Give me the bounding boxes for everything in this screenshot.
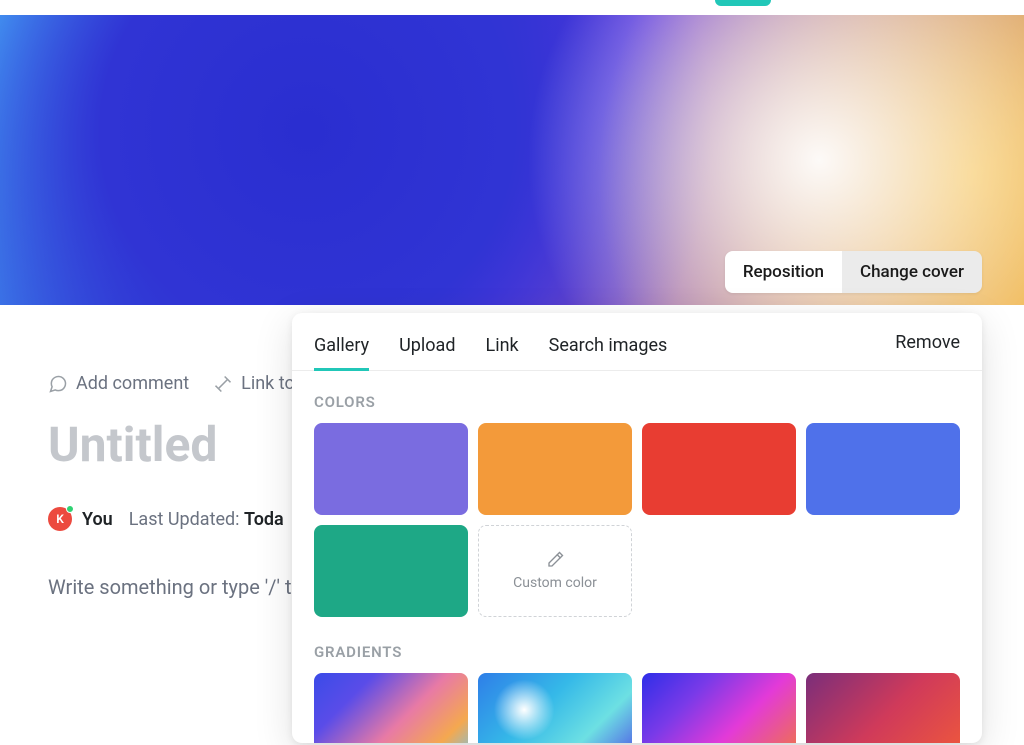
presence-dot — [66, 505, 74, 513]
last-updated-value: Toda — [244, 509, 284, 530]
popover-tabs: Gallery Upload Link Search images Remove — [292, 313, 982, 371]
avatar[interactable]: K — [48, 507, 72, 531]
color-swatch-teal[interactable] — [314, 525, 468, 617]
link-to-button[interactable]: Link to — [213, 373, 295, 394]
custom-color-label: Custom color — [513, 575, 597, 591]
gradients-grid — [314, 673, 960, 743]
link-icon — [213, 374, 233, 394]
color-swatch-red[interactable] — [642, 423, 796, 515]
gradient-swatch-3[interactable] — [642, 673, 796, 743]
gradient-swatch-2[interactable] — [478, 673, 632, 743]
top-bar — [0, 0, 1024, 15]
teal-accent — [715, 0, 771, 6]
tab-gallery[interactable]: Gallery — [314, 329, 369, 370]
color-swatch-orange[interactable] — [478, 423, 632, 515]
tab-upload[interactable]: Upload — [399, 329, 455, 370]
tab-link[interactable]: Link — [486, 329, 519, 370]
popover-body: COLORS Custom color GRADIENTS — [292, 371, 982, 743]
cover-actions: Reposition Change cover — [725, 251, 982, 293]
color-swatch-purple[interactable] — [314, 423, 468, 515]
cover-picker-popover: Gallery Upload Link Search images Remove… — [292, 313, 982, 743]
gradient-swatch-1[interactable] — [314, 673, 468, 743]
avatar-initial: K — [56, 512, 64, 526]
gradients-section-label: GRADIENTS — [314, 643, 960, 661]
cover-image: Reposition Change cover — [0, 15, 1024, 305]
last-updated-prefix: Last Updated: — [129, 509, 240, 530]
remove-cover-button[interactable]: Remove — [895, 332, 960, 367]
colors-grid: Custom color — [314, 423, 960, 617]
color-swatch-blue[interactable] — [806, 423, 960, 515]
reposition-button[interactable]: Reposition — [725, 251, 842, 293]
tab-search-images[interactable]: Search images — [549, 329, 668, 370]
link-to-label: Link to — [241, 373, 295, 394]
gradient-swatch-4[interactable] — [806, 673, 960, 743]
colors-section-label: COLORS — [314, 393, 960, 411]
eyedropper-icon — [546, 551, 564, 569]
add-comment-label: Add comment — [76, 373, 189, 394]
author-label: You — [82, 509, 113, 530]
change-cover-button[interactable]: Change cover — [842, 251, 982, 293]
custom-color-button[interactable]: Custom color — [478, 525, 632, 617]
last-updated: Last Updated: Toda — [129, 509, 284, 530]
comment-icon — [48, 374, 68, 394]
add-comment-button[interactable]: Add comment — [48, 373, 189, 394]
